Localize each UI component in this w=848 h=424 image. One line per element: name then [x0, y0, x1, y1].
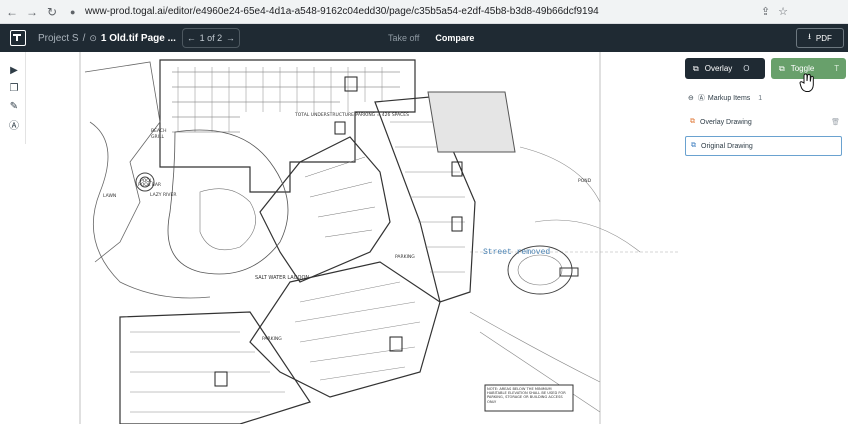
overlay-label: Overlay [704, 64, 733, 73]
hand-cursor-icon [799, 73, 814, 92]
ruler-tool-icon[interactable]: ✎ [8, 100, 20, 112]
salt-lagoon-label: SALT WATER LAGOON [255, 275, 309, 281]
parking-count-label: TOTAL UNDERSTRUCTURE PARKING = 426 SPACE… [294, 112, 409, 118]
collapse-icon[interactable]: ⊖ [688, 94, 694, 102]
star-icon[interactable]: ☆ [778, 5, 788, 18]
breadcrumb-separator: / [82, 32, 86, 44]
overlay-drawing-icon: ⧉ [690, 118, 695, 125]
page-indicator: 1 of 2 [199, 33, 223, 43]
lazy-river-label: LAZY RIVER [150, 192, 176, 198]
parking-mid-label: PARKING [395, 254, 415, 260]
mode-tabs: Take off Compare [388, 24, 474, 52]
tab-take-off[interactable]: Take off [388, 33, 419, 43]
copy-tool-icon[interactable]: ❐ [8, 82, 20, 94]
back-icon[interactable]: ← [4, 4, 20, 20]
parking-low-label: PARKING [262, 336, 282, 342]
project-breadcrumb[interactable]: Project S [38, 33, 79, 44]
overlay-drawing-item[interactable]: ⧉ Overlay Drawing 🗑 [685, 112, 842, 132]
overlay-icon: ⧉ [693, 63, 699, 73]
beach-label: BEACH [151, 128, 166, 134]
page-name[interactable]: 1 Old.tif Page ... [101, 33, 176, 44]
lock-icon: ● [70, 6, 76, 17]
pool-bar-label: POOL BAR [138, 182, 161, 188]
select-tool-icon[interactable]: ▶ [8, 64, 20, 76]
markup-icon: Ⓐ [697, 95, 705, 102]
grill-label: GRILL [151, 134, 164, 140]
address-bar[interactable]: ● www-prod.togal.ai/editor/e4960e24-65e4… [70, 6, 599, 17]
drawing-canvas[interactable]: TOTAL UNDERSTRUCTURE PARKING = 426 SPACE… [0, 52, 680, 424]
next-page-icon[interactable]: → [226, 33, 235, 43]
toggle-label: Toggle [790, 64, 815, 73]
overlay-button[interactable]: ⧉ Overlay O [685, 58, 765, 79]
app-header: Project S / ⊙ 1 Old.tif Page ... ← 1 of … [0, 24, 848, 52]
app-logo-icon[interactable] [10, 30, 26, 46]
forward-icon[interactable]: → [24, 4, 40, 20]
overlay-drawing-label: Overlay Drawing [700, 118, 752, 126]
plan-note: NOTE: AREAS BELOW THE MINIMUM HABITABLE … [487, 387, 566, 404]
browser-bar: ← → ↻ ● www-prod.togal.ai/editor/e4960e2… [0, 0, 848, 24]
tab-compare[interactable]: Compare [435, 33, 474, 43]
url-text: www-prod.togal.ai/editor/e4960e24-65e4-4… [85, 6, 599, 17]
prev-page-icon[interactable]: ← [187, 33, 196, 43]
street-removed-label: Street removed [483, 248, 551, 257]
overlay-shortcut: O [743, 64, 750, 73]
site-plan-drawing: TOTAL UNDERSTRUCTURE PARKING = 426 SPACE… [79, 52, 680, 424]
original-drawing-icon: ⧉ [691, 142, 696, 149]
toggle-icon: ⧉ [779, 63, 785, 73]
original-drawing-item[interactable]: ⧉ Original Drawing [685, 136, 842, 156]
markup-count: 1 [758, 94, 763, 102]
reload-icon[interactable]: ↻ [44, 4, 60, 20]
pdf-label: PDF [815, 33, 832, 43]
markup-items-row[interactable]: ⊖ Ⓐ Markup Items 1 [688, 91, 838, 105]
page-pager[interactable]: ← 1 of 2 → [181, 28, 240, 48]
markup-tool-icon[interactable]: Ⓐ [8, 118, 20, 132]
pond-label: POND [578, 178, 592, 184]
browser-actions: ⇪ ☆ [761, 5, 788, 18]
trash-icon[interactable]: 🗑 [831, 118, 840, 126]
toggle-shortcut: T [834, 64, 840, 73]
lawn-label: LAWN [103, 193, 116, 199]
markup-label: Markup Items [707, 94, 751, 102]
compare-panel: ⧉ Overlay O ⧉ Toggle T ⊖ Ⓐ Markup Items … [680, 52, 848, 424]
pdf-download-button[interactable]: ⭳ PDF [796, 28, 844, 48]
share-icon[interactable]: ⇪ [761, 5, 770, 18]
download-icon: ⭳ [808, 32, 811, 41]
original-drawing-label: Original Drawing [701, 142, 753, 150]
tool-rail: ▶ ❐ ✎ Ⓐ [0, 52, 26, 144]
page-selector-icon[interactable]: ⊙ [89, 33, 97, 44]
